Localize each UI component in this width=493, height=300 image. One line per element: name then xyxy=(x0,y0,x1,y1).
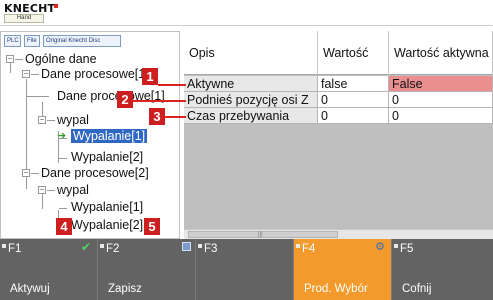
tree-node-wypal-2[interactable]: wypal xyxy=(57,183,89,198)
selected-node-label: Wypalanie[1] xyxy=(71,129,148,143)
table-row[interactable]: Czas przebywania 0 0 xyxy=(184,108,493,124)
tree-connector xyxy=(59,208,67,209)
tree-connector xyxy=(47,190,55,191)
fkey-number: F1 xyxy=(8,243,22,255)
grip-icon: ||| xyxy=(258,232,263,238)
column-header-wartosc-aktywna[interactable]: Wartość aktywna xyxy=(389,31,493,75)
table-row[interactable]: Podnieś pozycję osi Z 0 0 xyxy=(184,92,493,108)
cell-opis: Czas przebywania xyxy=(184,108,318,124)
tree-node-wypalanie-1b[interactable]: Wypalanie[1] xyxy=(71,200,143,215)
tree-connector xyxy=(31,173,39,174)
key-indicator-icon xyxy=(100,244,104,248)
cell-opis: Podnieś pozycję osi Z xyxy=(184,92,318,108)
tree-node-dane-procesowe-2[interactable]: Dane procesowe[2] xyxy=(41,166,149,181)
tree-node-ogolne-dane[interactable]: Ogólne dane xyxy=(25,52,97,67)
f3-button[interactable]: F3 xyxy=(196,239,294,300)
fkey-label: Prod. Wybór xyxy=(304,283,368,295)
arrow-right-icon: ➔ xyxy=(57,130,67,142)
knecht-logo: KNECHT Hand xyxy=(4,2,58,24)
app-header: KNECHT Hand xyxy=(0,0,493,26)
tab-original-disc[interactable]: Original Knecht Disc xyxy=(43,35,121,47)
tree-connector xyxy=(31,74,39,75)
scrollbar-thumb[interactable]: ||| xyxy=(188,231,338,238)
f5-cofnij-button[interactable]: F5 Cofnij xyxy=(392,239,493,300)
gear-icon: ⚙ xyxy=(375,241,385,253)
callout-marker-2: 2 xyxy=(117,91,133,108)
tree-connector xyxy=(27,96,49,97)
collapse-icon[interactable]: − xyxy=(22,169,30,177)
logo-red-dot xyxy=(54,4,58,8)
cell-wartosc[interactable]: 0 xyxy=(318,92,389,108)
callout-marker-1: 1 xyxy=(142,68,158,85)
column-header-wartosc[interactable]: Wartość xyxy=(318,31,389,75)
cell-opis: Aktywne xyxy=(184,76,318,92)
collapse-icon[interactable]: − xyxy=(38,186,46,194)
collapse-icon[interactable]: − xyxy=(22,70,30,78)
f1-aktywuj-button[interactable]: F1 ✔ Aktywuj xyxy=(0,239,98,300)
callout-marker-3: 3 xyxy=(149,108,165,125)
cell-wartosc[interactable]: false xyxy=(318,76,389,92)
cell-wartosc-aktywna: 0 xyxy=(389,108,493,124)
tab-plc[interactable]: PLC xyxy=(4,35,21,47)
column-header-opis[interactable]: Opis xyxy=(184,31,318,75)
tab-file[interactable]: File xyxy=(24,35,40,47)
tree-node-dane-procesowe-1b[interactable]: Dane procesowe[1] xyxy=(57,89,165,104)
tree-node-wypalanie-2[interactable]: Wypalanie[2] xyxy=(71,150,143,165)
parameter-grid: Opis Wartość Wartość aktywna Aktywne fal… xyxy=(184,31,493,239)
tree-node-wypalanie-2b[interactable]: Wypalanie[2] xyxy=(71,218,143,233)
key-indicator-icon xyxy=(2,244,6,248)
tree-panel: PLC File Original Knecht Disc − Ogólne d… xyxy=(0,31,180,239)
fkey-number: F5 xyxy=(400,243,414,255)
cell-wartosc-aktywna: 0 xyxy=(389,92,493,108)
cell-wartosc[interactable]: 0 xyxy=(318,108,389,124)
fkey-number: F3 xyxy=(204,243,218,255)
f2-zapisz-button[interactable]: F2 Zapisz xyxy=(98,239,196,300)
cell-wartosc-aktywna: False xyxy=(389,76,493,92)
logo-subtitle: Hand xyxy=(4,14,44,23)
callout-line xyxy=(165,116,186,118)
tree-node-dane-procesowe-1[interactable]: Dane procesowe[1] xyxy=(41,67,179,82)
fkey-number: F2 xyxy=(106,243,120,255)
collapse-icon[interactable]: − xyxy=(6,55,14,63)
callout-line xyxy=(133,100,186,102)
f4-prod-wybor-button[interactable]: F4 ⚙ Prod. Wybór xyxy=(294,239,392,300)
fkey-label: Cofnij xyxy=(402,283,432,295)
collapse-icon[interactable]: − xyxy=(38,116,46,124)
horizontal-scrollbar[interactable]: ||| xyxy=(184,229,493,239)
fkey-label: Zapisz xyxy=(108,283,142,295)
fkey-number: F4 xyxy=(302,243,316,255)
function-key-bar: F1 ✔ Aktywuj F2 Zapisz F3 F4 ⚙ Prod. Wyb… xyxy=(0,239,493,300)
fkey-label: Aktywuj xyxy=(10,283,50,295)
tree-node-wypal[interactable]: wypal xyxy=(57,113,89,128)
grid-header: Opis Wartość Wartość aktywna xyxy=(184,31,493,75)
callout-line xyxy=(158,84,186,86)
tree-connector xyxy=(10,63,11,73)
callout-marker-5: 5 xyxy=(144,218,160,235)
tree-connector xyxy=(15,59,23,60)
disk-icon xyxy=(182,242,191,251)
check-icon: ✔ xyxy=(80,240,91,254)
key-indicator-icon xyxy=(394,244,398,248)
tree-connector xyxy=(59,158,67,159)
tree-connector xyxy=(47,120,55,121)
callout-marker-4: 4 xyxy=(56,218,72,235)
key-indicator-icon xyxy=(296,244,300,248)
tree-node-wypalanie-1-selected[interactable]: Wypalanie[1] xyxy=(71,129,148,144)
key-indicator-icon xyxy=(198,244,202,248)
table-row[interactable]: Aktywne false False xyxy=(184,76,493,92)
